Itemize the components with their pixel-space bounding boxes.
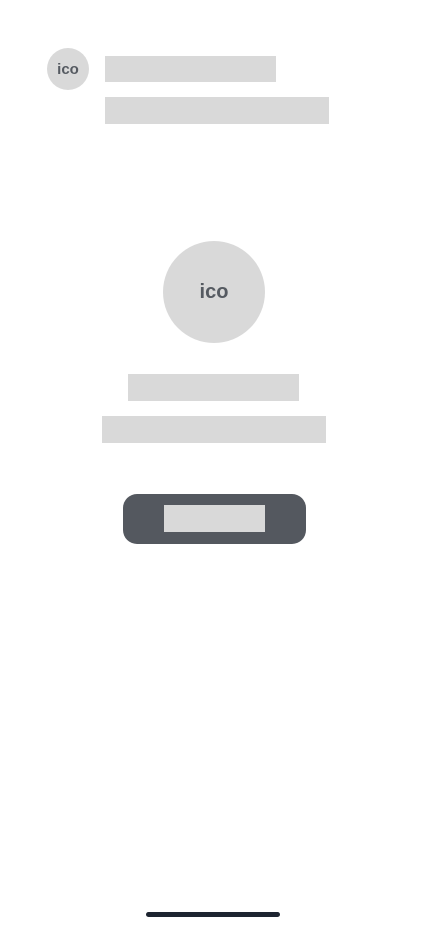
avatar-icon-label: ico — [57, 60, 79, 78]
home-indicator[interactable] — [146, 912, 280, 917]
primary-action-button[interactable] — [123, 494, 306, 544]
avatar-icon[interactable]: ico — [47, 48, 89, 90]
primary-action-label-placeholder — [164, 505, 265, 532]
empty-state-message-placeholder — [102, 416, 326, 443]
header-title-placeholder — [105, 56, 276, 82]
empty-state-icon: ico — [163, 241, 265, 343]
empty-state-title-placeholder — [128, 374, 299, 401]
header-subtitle-placeholder — [105, 97, 329, 124]
screen: ico ico — [0, 0, 428, 926]
empty-state-icon-label: ico — [199, 280, 229, 303]
